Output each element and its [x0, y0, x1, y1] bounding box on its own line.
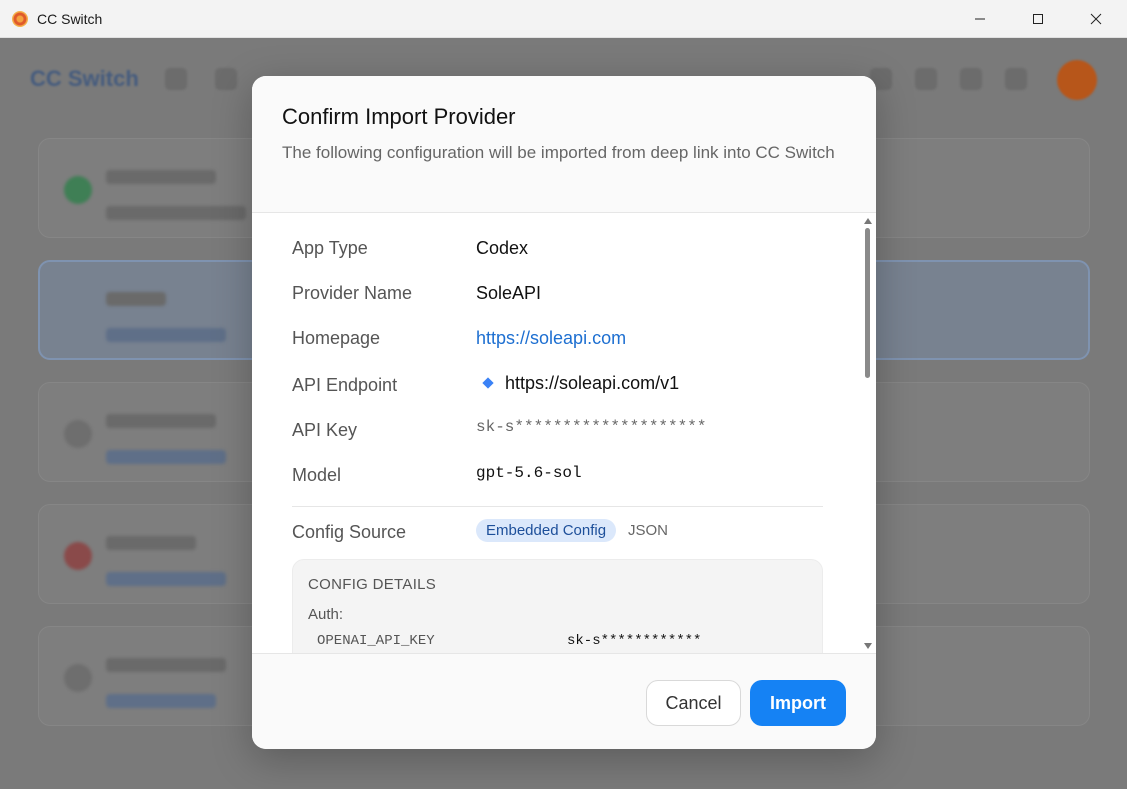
provider-name-placeholder	[106, 414, 216, 428]
app-type-value: Codex	[476, 238, 529, 258]
dialog-body[interactable]: App Type Codex Provider Name SoleAPI Hom…	[252, 214, 876, 653]
provider-name-label: Provider Name	[292, 283, 413, 303]
provider-name-value: SoleAPI	[476, 283, 542, 303]
provider-icon	[64, 664, 92, 692]
embedded-config-badge: Embedded Config	[476, 519, 617, 542]
dialog-title: Confirm Import Provider	[282, 104, 516, 129]
scroll-thumb[interactable]	[865, 228, 870, 378]
minimize-icon	[975, 18, 985, 20]
toolbar-icon	[960, 68, 982, 90]
endpoint-bullet-icon	[482, 377, 494, 389]
provider-name-placeholder	[106, 536, 196, 550]
homepage-label: Homepage	[292, 328, 381, 348]
title-bar: CC Switch	[0, 0, 1127, 38]
config-value: sk-s************	[567, 633, 702, 649]
maximize-icon	[1033, 14, 1043, 24]
maximize-button[interactable]	[1009, 0, 1067, 38]
provider-url-placeholder	[106, 206, 246, 220]
provider-url-placeholder	[106, 694, 216, 708]
provider-url-placeholder	[106, 450, 226, 464]
add-provider-button	[1057, 60, 1097, 100]
app-logo: CC Switch	[30, 66, 139, 91]
dialog-footer: Cancel Import	[252, 653, 876, 749]
model-label: Model	[292, 465, 342, 485]
api-key-value: sk-s********************	[476, 418, 707, 436]
toolbar-icon	[915, 68, 937, 90]
config-format-label: JSON	[628, 522, 669, 539]
confirm-import-dialog: Confirm Import Provider The following co…	[252, 76, 876, 749]
config-source-label: Config Source	[292, 522, 407, 542]
import-button[interactable]: Import	[750, 680, 846, 726]
dialog-subtitle: The following configuration will be impo…	[282, 143, 835, 162]
provider-icon	[64, 176, 92, 204]
window-title: CC Switch	[37, 11, 103, 27]
api-endpoint-value: https://soleapi.com/v1	[505, 373, 680, 393]
api-endpoint-label: API Endpoint	[292, 375, 398, 395]
dialog-scrollbar[interactable]	[860, 214, 874, 653]
homepage-link[interactable]: https://soleapi.com	[476, 328, 626, 349]
scroll-up-icon[interactable]	[864, 218, 872, 224]
settings-icon	[165, 68, 187, 90]
config-details-title: CONFIG DETAILS	[308, 576, 437, 593]
toggle-icon	[215, 68, 237, 90]
app-type-label: App Type	[292, 238, 368, 258]
provider-icon	[64, 420, 92, 448]
provider-name-placeholder	[106, 292, 166, 306]
minimize-button[interactable]	[951, 0, 1009, 38]
toolbar-icon	[1005, 68, 1027, 90]
provider-icon	[64, 542, 92, 570]
close-icon	[1090, 13, 1102, 25]
provider-url-placeholder	[106, 328, 226, 342]
dialog-header: Confirm Import Provider The following co…	[252, 76, 876, 213]
app-logo-icon	[12, 11, 28, 27]
divider	[292, 506, 823, 507]
close-button[interactable]	[1067, 0, 1125, 38]
config-details-panel: CONFIG DETAILS Auth: OPENAI_API_KEY sk-s…	[292, 559, 823, 653]
provider-url-placeholder	[106, 572, 226, 586]
cancel-button[interactable]: Cancel	[646, 680, 741, 726]
scroll-down-icon[interactable]	[864, 643, 872, 649]
provider-name-placeholder	[106, 658, 226, 672]
provider-name-placeholder	[106, 170, 216, 184]
config-key: OPENAI_API_KEY	[317, 633, 435, 649]
config-auth-section: Auth:	[308, 606, 344, 623]
model-value: gpt-5.6-sol	[476, 464, 582, 482]
api-key-label: API Key	[292, 420, 358, 440]
